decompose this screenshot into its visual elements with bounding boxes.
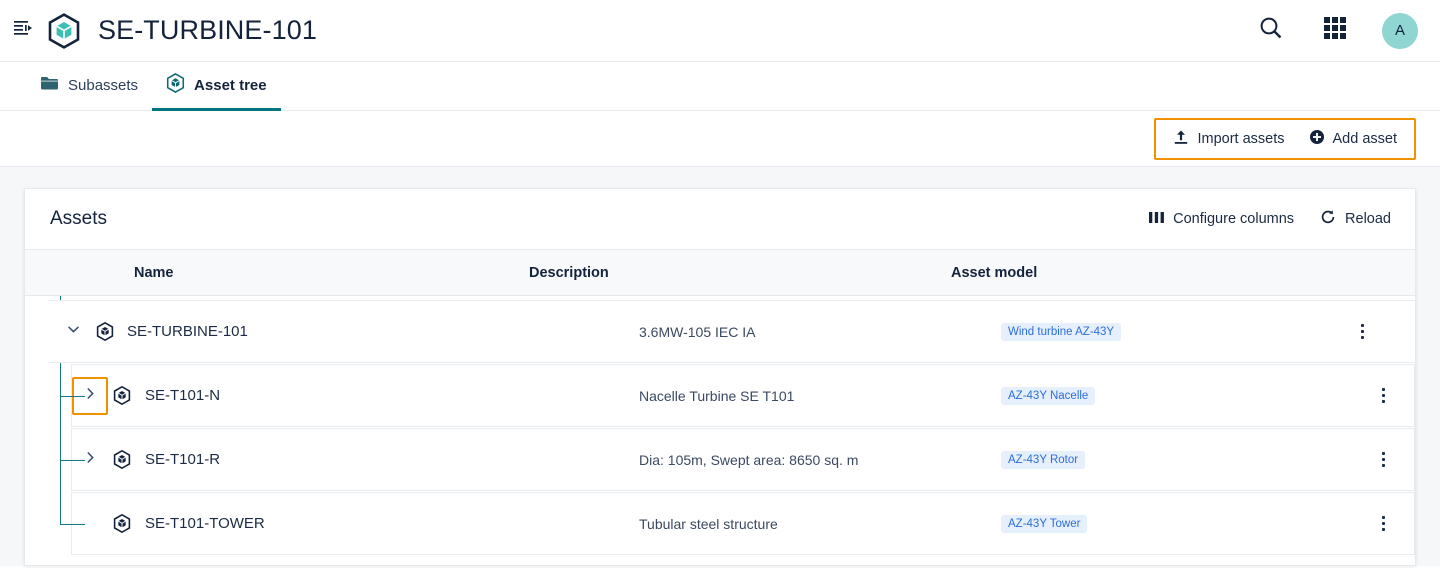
configure-columns-label: Configure columns [1173, 211, 1295, 227]
tab-bar: Subassets Asset tree [0, 62, 1440, 111]
row-overflow-menu-button[interactable] [1360, 388, 1406, 403]
cell-name: SE-T101-R [72, 442, 576, 478]
search-button[interactable] [1254, 14, 1288, 48]
tree-connector-line [60, 459, 85, 461]
cell-asset-model: Wind turbine AZ-43Y [976, 322, 1339, 341]
table-row[interactable]: SE-T101-R Dia: 105m, Swept area: 8650 sq.… [71, 428, 1415, 491]
import-assets-label: Import assets [1197, 130, 1285, 147]
columns-icon [1149, 211, 1165, 228]
list-expand-icon [13, 19, 33, 42]
asset-cube-icon [108, 514, 136, 533]
chevron-right-icon [84, 451, 97, 469]
grid-apps-icon [1323, 16, 1347, 45]
assets-card-header: Assets Configure columns Reload [25, 189, 1415, 249]
asset-cube-icon [91, 322, 119, 341]
action-bar: Import assets Add asset [0, 111, 1440, 167]
column-header-asset-model: Asset model [951, 264, 1038, 281]
row-overflow-menu-button[interactable] [1339, 324, 1385, 339]
column-header-name: Name [134, 264, 174, 281]
asset-name: SE-T101-TOWER [145, 515, 265, 532]
asset-cube-icon [108, 386, 136, 405]
table-row[interactable]: SE-T101-TOWER Tubular steel structure AZ-4… [71, 492, 1415, 555]
kebab-menu-icon [1360, 324, 1364, 339]
cell-description: Dia: 105m, Swept area: 8650 sq. m [639, 451, 859, 468]
add-asset-button[interactable]: Add asset [1300, 124, 1407, 154]
cell-name: SE-T101-N [72, 376, 576, 415]
avatar-initial: A [1394, 22, 1405, 39]
chevron-down-icon [67, 323, 80, 341]
tab-asset-tree-label: Asset tree [194, 76, 267, 94]
appbar-actions: A [1254, 12, 1418, 49]
asset-name: SE-T101-N [145, 387, 221, 404]
table-header-row: Name Description Asset model [25, 249, 1415, 296]
collapse-row-button[interactable] [55, 314, 91, 350]
asset-cube-icon [166, 72, 185, 97]
asset-actions-group: Import assets Add asset [1154, 117, 1416, 160]
asset-model-badge: Wind turbine AZ-43Y [1001, 323, 1122, 341]
tab-subassets-label: Subassets [68, 76, 139, 94]
configure-columns-button[interactable]: Configure columns [1149, 211, 1294, 228]
app-bar: SE-TURBINE-101 A [0, 0, 1440, 62]
add-asset-label: Add asset [1332, 130, 1398, 147]
page-body: Assets Configure columns Reload Name Des… [0, 167, 1440, 566]
apps-button[interactable] [1318, 14, 1352, 48]
cell-asset-model: AZ-43Y Nacelle [998, 386, 1360, 405]
asset-name: SE-TURBINE-101 [127, 323, 248, 340]
sidebar-toggle-button[interactable] [6, 14, 40, 48]
kebab-menu-icon [1381, 388, 1385, 403]
plus-circle-icon [1309, 129, 1325, 149]
page-title: SE-TURBINE-101 [98, 15, 317, 45]
avatar[interactable]: A [1382, 12, 1418, 49]
cell-asset-model: AZ-43Y Tower [998, 514, 1360, 533]
asset-model-badge: AZ-43Y Nacelle [1001, 387, 1096, 405]
tree-connector-line [60, 395, 85, 397]
table-row[interactable]: SE-T101-N Nacelle Turbine SE T101 AZ-43Y N… [71, 364, 1415, 427]
asset-name: SE-T101-R [145, 451, 221, 468]
cell-name: SE-T101-TOWER [72, 506, 576, 542]
card-head-actions: Configure columns Reload [1149, 209, 1391, 229]
row-overflow-menu-button[interactable] [1360, 516, 1406, 531]
cell-asset-model: AZ-43Y Rotor [998, 450, 1360, 469]
column-header-description: Description [529, 264, 609, 281]
cell-name: SE-TURBINE-101 [50, 314, 554, 350]
reload-button[interactable]: Reload [1320, 209, 1391, 229]
assets-card: Assets Configure columns Reload Name Des… [24, 188, 1416, 566]
tab-asset-tree[interactable]: Asset tree [152, 62, 281, 111]
table-row[interactable]: SE-TURBINE-101 3.6MW-105 IEC IA Wind turbi… [49, 300, 1415, 363]
search-icon [1258, 15, 1284, 46]
tree-connector-line [60, 523, 85, 525]
cell-description: Nacelle Turbine SE T101 [639, 387, 795, 404]
asset-model-badge: AZ-43Y Tower [1001, 515, 1088, 533]
brand-asset-cube-icon [46, 12, 82, 49]
tab-subassets[interactable]: Subassets [26, 62, 152, 111]
reload-label: Reload [1345, 211, 1391, 227]
cell-description: Tubular steel structure [639, 515, 778, 532]
cell-description: 3.6MW-105 IEC IA [639, 323, 756, 340]
kebab-menu-icon [1381, 516, 1385, 531]
asset-cube-icon [108, 450, 136, 469]
asset-tree: SE-TURBINE-101 3.6MW-105 IEC IA Wind turbi… [25, 296, 1415, 555]
upload-icon [1173, 129, 1189, 149]
row-overflow-menu-button[interactable] [1360, 452, 1406, 467]
import-assets-button[interactable]: Import assets [1164, 124, 1293, 154]
assets-title: Assets [50, 208, 108, 229]
folder-icon [40, 75, 59, 95]
kebab-menu-icon [1381, 452, 1385, 467]
refresh-icon [1320, 209, 1336, 229]
chevron-right-icon [84, 387, 97, 405]
asset-model-badge: AZ-43Y Rotor [1001, 451, 1086, 469]
